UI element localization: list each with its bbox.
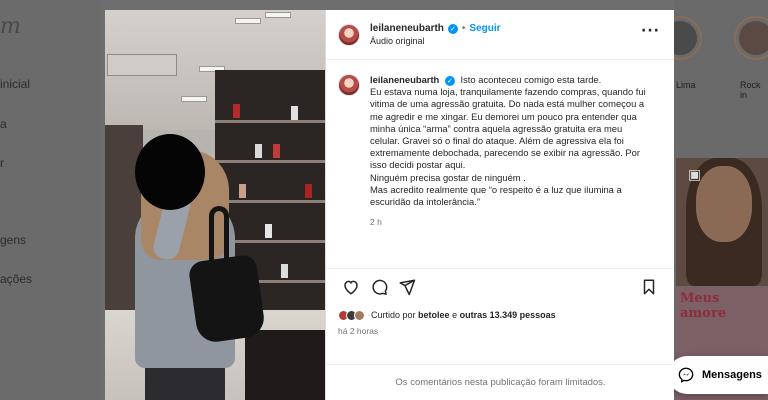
comment-icon[interactable] <box>366 274 392 300</box>
verified-badge-icon: ✓ <box>447 23 458 34</box>
story-label: Rock in <box>740 80 761 100</box>
caption-author-avatar[interactable] <box>338 74 360 96</box>
caption-author-username[interactable]: leilaneneubarth <box>370 74 439 85</box>
caption-line: me agredir e me xingar. Eu demorei um po… <box>370 110 637 122</box>
background-reel-thumbnail: ▣ <box>676 158 768 286</box>
comments-limited-notice: Os comentários nesta publicação foram li… <box>326 364 675 400</box>
caption-line: extremamente debochada, parecendo se exi… <box>370 147 640 159</box>
liked-by-joiner: e <box>452 310 458 320</box>
author-avatar[interactable] <box>338 23 360 46</box>
caption-line: isso decidi postar aqui. <box>370 159 466 171</box>
post-timestamp: há 2 horas <box>338 326 379 336</box>
likes-summary[interactable]: Curtido por betolee e outras 13.349 pess… <box>326 304 674 326</box>
post-details-panel: leilaneneubarth ✓ • Seguir Áudio origina… <box>325 10 675 400</box>
background-nav-messages: gens <box>0 233 27 247</box>
bookmark-icon[interactable] <box>636 274 662 300</box>
liked-by-user[interactable]: betolee <box>418 310 450 320</box>
action-bar <box>326 268 674 304</box>
messages-button[interactable]: Mensagens <box>668 356 768 394</box>
background-nav-home: inicial <box>0 77 31 91</box>
separator-dot: • <box>461 23 466 34</box>
video-icon: ▣ <box>688 166 702 182</box>
verified-badge-icon: ✓ <box>444 76 455 86</box>
author-username[interactable]: leilaneneubarth <box>370 23 444 34</box>
background-nav-explore: r <box>0 156 4 170</box>
post-photo[interactable] <box>105 10 325 400</box>
caption-line: celular. Gravei só o final do ataque. Al… <box>370 135 624 147</box>
background-nav-search: a <box>0 117 7 131</box>
liker-avatar <box>354 309 365 321</box>
story-label: Lima <box>676 80 696 90</box>
post-modal: leilaneneubarth ✓ • Seguir Áudio origina… <box>105 10 675 400</box>
caption: leilaneneubarth ✓ Isto aconteceu comigo … <box>326 60 674 268</box>
messenger-icon <box>678 367 694 383</box>
messages-label: Mensagens <box>702 369 762 381</box>
background-nav-notifications: ações <box>0 272 33 286</box>
caption-line: Mas acredito realmente que “o respeito é… <box>370 183 622 195</box>
caption-line: escuridão da intolerância.” <box>370 196 480 208</box>
reel-text: Meus amore <box>680 291 726 321</box>
caption-line: Ninguém precisa gostar de ninguém . <box>370 171 526 183</box>
audio-label[interactable]: Áudio original <box>370 36 501 46</box>
follow-button[interactable]: Seguir <box>469 23 500 34</box>
caption-line: vitima de uma agressão gratuita. Do nada… <box>370 98 645 110</box>
caption-line: Isto aconteceu comigo esta tarde. <box>460 74 602 85</box>
background-logo: m <box>0 14 21 39</box>
caption-timestamp: 2 h <box>370 217 382 228</box>
share-icon[interactable] <box>394 274 420 300</box>
background-sidebar: m inicial a r gens ações <box>0 0 100 400</box>
caption-line: minha única “arma” contra aquela agressã… <box>370 122 623 134</box>
caption-line: Eu estava numa loja, tranquilamente faze… <box>370 86 646 98</box>
more-options-icon[interactable]: ··· <box>641 24 660 38</box>
liked-by-prefix: Curtido por <box>371 310 416 320</box>
heart-icon[interactable] <box>338 274 364 300</box>
liked-by-others[interactable]: outras 13.349 pessoas <box>460 310 556 320</box>
post-header: leilaneneubarth ✓ • Seguir Áudio origina… <box>326 10 674 60</box>
